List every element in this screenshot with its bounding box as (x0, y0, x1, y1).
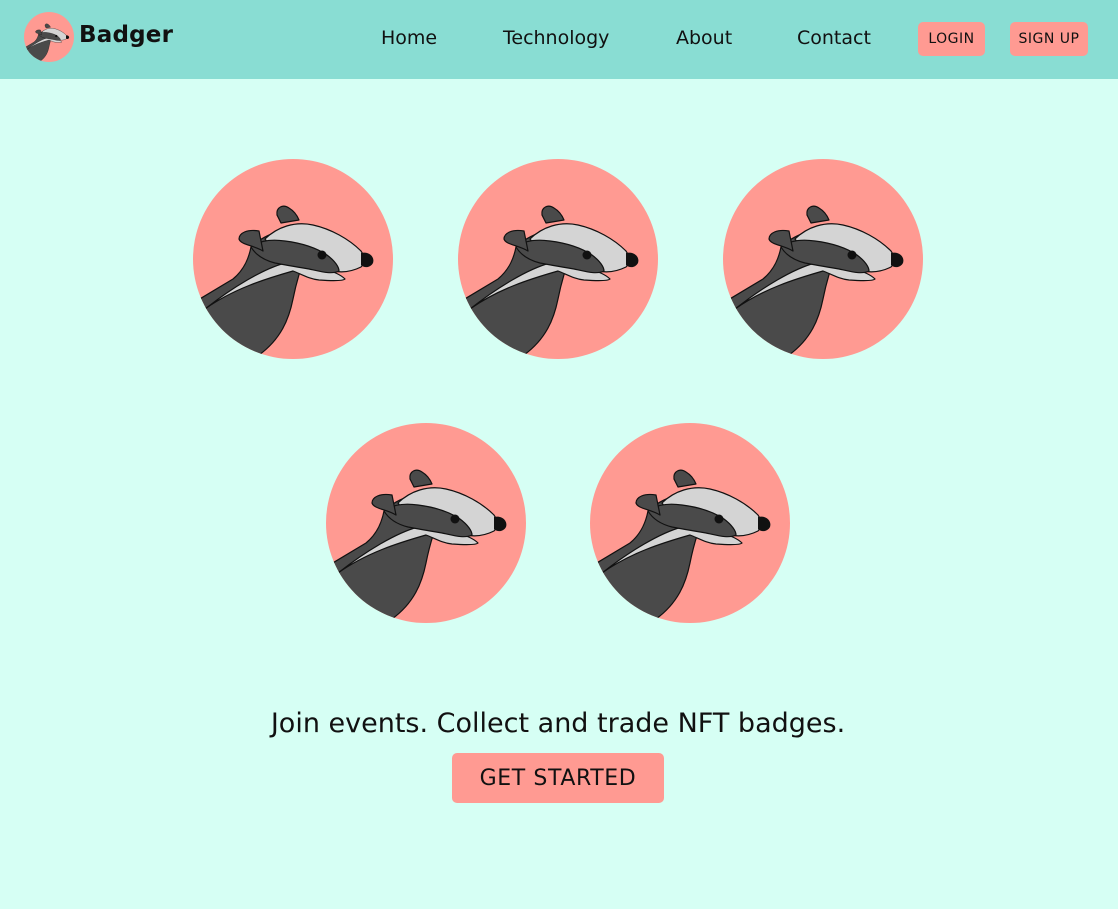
login-button[interactable]: LOGIN (918, 22, 985, 56)
badger-badge-icon (723, 159, 923, 359)
badger-badge-icon (193, 159, 393, 359)
badge-5 (590, 423, 790, 623)
signup-button[interactable]: SIGN UP (1010, 22, 1088, 56)
badger-badge-icon (326, 423, 526, 623)
badge-1 (193, 159, 393, 359)
badger-badge-icon (458, 159, 658, 359)
hero-tagline: Join events. Collect and trade NFT badge… (270, 708, 846, 739)
brand-link[interactable]: Badger (24, 11, 173, 63)
nav-link-technology[interactable]: Technology (503, 26, 609, 50)
badge-2 (458, 159, 658, 359)
brand-name: Badger (79, 22, 174, 48)
badger-badge-icon (590, 423, 790, 623)
nav-link-contact[interactable]: Contact (797, 26, 871, 50)
get-started-button[interactable]: GET STARTED (452, 753, 664, 803)
badger-head-icon (24, 12, 74, 62)
badge-4 (326, 423, 526, 623)
nav-link-home[interactable]: Home (381, 26, 437, 50)
badge-3 (723, 159, 923, 359)
nav-link-about[interactable]: About (676, 26, 732, 50)
navbar: Badger Home Technology About Contact LOG… (0, 0, 1120, 79)
